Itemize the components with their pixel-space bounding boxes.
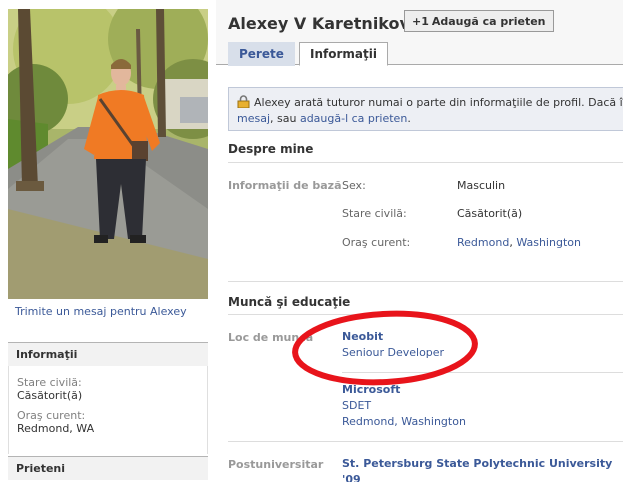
sidebar-city-value: Redmond, WA (17, 422, 95, 435)
postgrad-divider (228, 441, 623, 442)
about-divider (228, 162, 623, 163)
company-link-neobit[interactable]: Neobit (342, 330, 383, 343)
tab-info[interactable]: Informaţii (299, 42, 388, 66)
sidebar-info-box: Stare civilă: Căsătorit(ă) Oraş curent: … (8, 366, 208, 454)
profile-photo-image (8, 9, 208, 299)
main-column: Alexey V Karetnikov +1 Adaugă ca prieten … (216, 0, 623, 482)
privacy-notice: Alexey arată tuturor numai o parte din i… (228, 87, 623, 131)
about-section-title: Despre mine (228, 142, 314, 156)
notice-text: Alexey arată tuturor numai o parte din i… (254, 96, 623, 109)
position-link-microsoft[interactable]: SDET (342, 399, 371, 412)
workplace-label: Loc de muncă (228, 331, 314, 344)
work-divider (228, 314, 623, 315)
work-section-title: Muncă şi educaţie (228, 295, 351, 309)
sidebar-friends-header[interactable]: Prieteni (8, 456, 208, 480)
plus-one-icon: +1 (412, 14, 429, 28)
city-link-redmond[interactable]: Redmond (457, 236, 509, 249)
lock-icon (237, 95, 250, 108)
sidebar-marital-value: Căsătorit(ă) (17, 389, 83, 402)
city-value: Redmond, Washington (457, 236, 581, 249)
postgrad-university-link[interactable]: St. Petersburg State Polytechnic Univers… (342, 456, 623, 482)
notice-message-link[interactable]: mesaj (237, 112, 270, 125)
city-link-washington[interactable]: Washington (516, 236, 581, 249)
notice-add-friend-link[interactable]: adaugă-l ca prieten (300, 112, 407, 125)
left-column: Trimite un mesaj pentru Alexey Informaţi… (0, 0, 216, 482)
notice-end: . (407, 112, 411, 125)
profile-photo[interactable] (8, 9, 208, 299)
location-link-microsoft[interactable]: Redmond, Washington (342, 415, 466, 428)
sex-value: Masculin (457, 179, 506, 192)
job-neobit: Neobit Seniour Developer (342, 329, 444, 361)
profile-name: Alexey V Karetnikov (228, 14, 410, 33)
tab-wall[interactable]: Perete (228, 42, 295, 66)
marital-value: Căsătorit(ă) (457, 207, 523, 220)
sex-label: Sex: (342, 179, 366, 192)
company-link-microsoft[interactable]: Microsoft (342, 383, 400, 396)
notice-middle: , sau (270, 112, 297, 125)
add-friend-button[interactable]: +1 Adaugă ca prieten (404, 10, 554, 32)
send-message-link[interactable]: Trimite un mesaj pentru Alexey (15, 305, 187, 318)
basic-info-label: Informaţii de bază (228, 179, 342, 192)
postgrad-label: Postuniversitar (228, 458, 324, 471)
marital-label: Stare civilă: (342, 207, 407, 220)
job-divider (342, 372, 623, 373)
sidebar-marital-label: Stare civilă: (17, 376, 82, 389)
city-label: Oraş curent: (342, 236, 411, 249)
sidebar-info-header[interactable]: Informaţii (8, 342, 208, 366)
position-link-neobit[interactable]: Seniour Developer (342, 346, 444, 359)
work-divider-top (228, 281, 623, 282)
add-friend-label: Adaugă ca prieten (431, 14, 546, 28)
sidebar-city-label: Oraş curent: (17, 409, 86, 422)
job-microsoft: Microsoft SDET Redmond, Washington (342, 382, 466, 430)
